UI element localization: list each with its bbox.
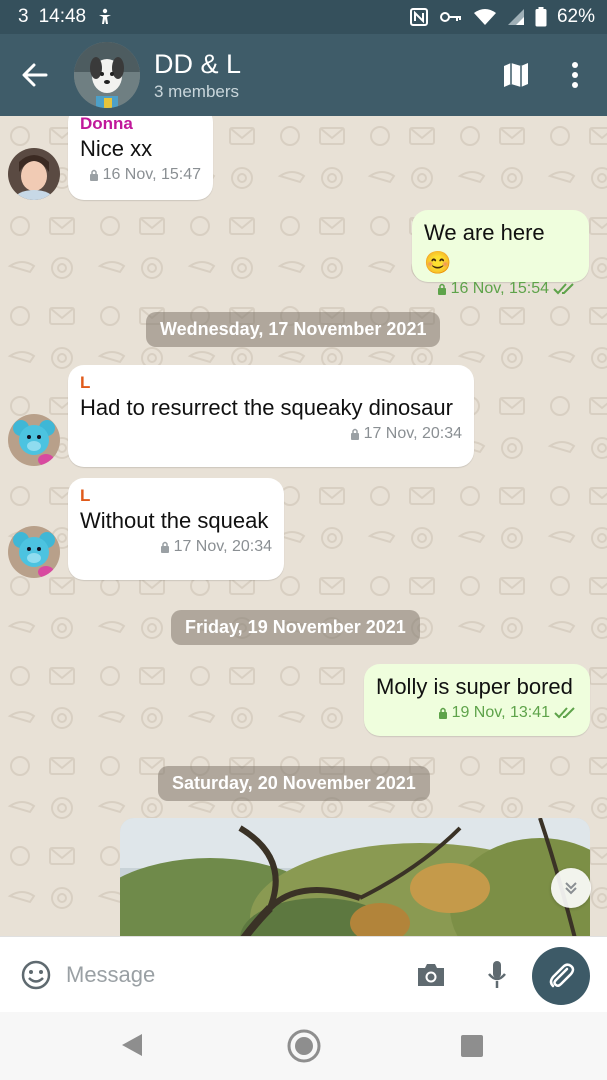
key-icon — [439, 10, 463, 24]
double-chevron-down-icon — [565, 882, 577, 895]
sender-name: L — [80, 486, 91, 505]
date-separator: Saturday, 20 November 2021 — [158, 766, 430, 801]
message-time: 17 Nov, 20:34 — [173, 538, 272, 555]
message-bubble[interactable]: We are here 😊 16 Nov, 15:54 — [412, 210, 589, 297]
scroll-down-button[interactable] — [551, 868, 591, 908]
message-meta: 16 Nov, 15:47 — [80, 166, 201, 184]
chat-title[interactable]: DD & L — [154, 49, 241, 80]
battery-percent: 62% — [556, 6, 595, 27]
status-bar: 3 14:48 62% — [0, 0, 607, 34]
camera-button[interactable] — [410, 953, 452, 997]
microphone-icon — [488, 961, 506, 988]
camera-icon — [418, 964, 444, 986]
message-time: 19 Nov, 13:41 — [451, 704, 550, 721]
message-text: Without the squeak — [80, 508, 269, 533]
lock-icon — [437, 283, 446, 295]
microphone-button[interactable] — [476, 953, 518, 997]
group-avatar[interactable] — [74, 42, 140, 108]
arrow-back-icon — [22, 63, 48, 87]
teddy-bear-icon — [8, 414, 60, 466]
chat-subtitle: 3 members — [154, 81, 240, 101]
square-recents-icon — [461, 1035, 483, 1057]
park-photo-icon — [120, 818, 590, 936]
more-vert-icon — [572, 62, 578, 88]
attach-button[interactable] — [532, 947, 590, 1005]
message-meta: 17 Nov, 20:34 — [80, 538, 272, 556]
nav-recents-button[interactable] — [460, 1034, 484, 1063]
back-button[interactable] — [0, 34, 70, 116]
map-button[interactable] — [495, 52, 537, 98]
smiley-icon — [21, 960, 51, 989]
battery-icon — [535, 7, 547, 27]
more-options-button[interactable] — [556, 52, 594, 98]
signal-icon — [507, 8, 525, 26]
chat-header: DD & L 3 members — [0, 34, 607, 116]
message-input[interactable] — [66, 952, 396, 997]
lock-icon — [89, 169, 98, 181]
teddy-bear-icon — [8, 526, 60, 578]
lock-icon — [350, 428, 359, 440]
carrier-label: 3 — [18, 6, 29, 27]
avatar[interactable] — [8, 526, 60, 578]
message-text: Had to resurrect the squeaky dinosaur — [80, 395, 453, 420]
map-icon — [504, 63, 528, 87]
system-navigation-bar — [0, 1012, 607, 1080]
message-meta: 17 Nov, 20:34 — [80, 425, 462, 443]
message-list[interactable]: Donna Nice xx 16 Nov, 15:47 We are here … — [0, 116, 607, 936]
message-bubble[interactable]: L Without the squeak 17 Nov, 20:34 — [68, 478, 284, 580]
message-text: Molly is super bored — [376, 674, 573, 699]
sender-name: L — [80, 373, 91, 392]
message-text: Nice xx — [80, 136, 153, 161]
avatar[interactable] — [8, 148, 60, 200]
photo-message[interactable] — [120, 818, 590, 936]
accessibility-icon — [96, 8, 114, 26]
message-meta: 19 Nov, 13:41 — [376, 704, 578, 722]
message-meta: 16 Nov, 15:54 — [424, 280, 577, 298]
message-bubble[interactable]: Donna Nice xx 16 Nov, 15:47 — [68, 116, 213, 200]
user-photo-icon — [8, 148, 60, 200]
lock-icon — [160, 541, 169, 553]
emoji-button[interactable] — [14, 953, 58, 997]
message-bubble[interactable]: Molly is super bored 19 Nov, 13:41 — [364, 664, 590, 736]
message-time: 16 Nov, 15:54 — [450, 280, 549, 297]
date-separator: Wednesday, 17 November 2021 — [146, 312, 441, 347]
message-bubble[interactable]: L Had to resurrect the squeaky dinosaur … — [68, 365, 474, 467]
double-check-icon — [554, 707, 575, 719]
avatar[interactable] — [8, 414, 60, 466]
double-check-icon — [553, 283, 574, 295]
date-separator: Friday, 19 November 2021 — [171, 610, 420, 645]
nav-home-button[interactable] — [286, 1028, 322, 1069]
circle-home-icon — [287, 1029, 321, 1063]
message-time: 17 Nov, 20:34 — [363, 425, 462, 442]
status-time: 14:48 — [38, 6, 87, 27]
paperclip-icon — [549, 963, 575, 988]
message-text: We are here 😊 — [424, 220, 545, 275]
triangle-back-icon — [122, 1034, 142, 1056]
nfc-icon — [409, 7, 429, 27]
lock-icon — [438, 707, 447, 719]
composer — [0, 936, 607, 1012]
sender-name: Donna — [80, 116, 133, 133]
message-time: 16 Nov, 15:47 — [102, 166, 201, 183]
wifi-icon — [473, 8, 497, 26]
dog-photo-icon — [74, 42, 140, 108]
nav-back-button[interactable] — [120, 1032, 144, 1063]
